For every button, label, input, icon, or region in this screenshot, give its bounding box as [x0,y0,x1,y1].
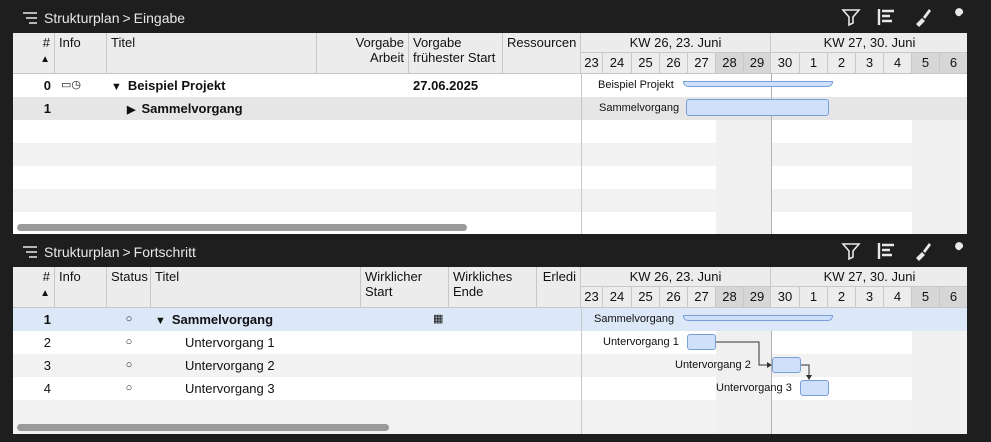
col-info[interactable]: Info [55,33,107,73]
title-cell[interactable]: ▼ Beispiel Projekt [107,74,317,97]
gantt-icon[interactable] [877,241,897,261]
day-label: 24 [603,53,632,73]
col-info-label: Info [59,35,81,50]
wrench-icon[interactable] [949,241,969,261]
panel1-grid: # ▲ Info Titel Vorgabe Arbeit Vorgabe frühe… [13,33,967,234]
day-label: 28 [716,53,744,73]
row-title: Beispiel Projekt [127,78,226,93]
task-bar[interactable] [686,99,829,116]
day-label: 6 [940,53,967,73]
clock-icon: ◷ [71,79,82,91]
bar-label: Beispiel Projekt [598,79,674,91]
col-resources[interactable]: Ressourcen [503,33,581,73]
col-work-label-1: Vorgabe [355,35,404,50]
breadcrumb-root[interactable]: Strukturplan [44,10,119,26]
col-num-label: # [42,35,50,50]
col-work-label-2: Arbeit [370,50,404,65]
day-label: 3 [856,53,884,73]
day-label: 26 [660,53,688,73]
wrench-icon[interactable] [949,7,969,27]
week-divider [771,73,772,234]
col-start[interactable]: Vorgabe frühester Start [409,33,503,73]
row-title: Sammelvorgang [141,101,243,116]
info-cell: ▭◷ [57,74,107,97]
timeline-header: KW 26, 23. Juni KW 27, 30. Juni K 23 24 … [581,33,967,73]
day-label: 2 [828,53,856,73]
weekend-shade [716,120,771,234]
panel1-titlebar: Strukturplan > Eingabe [0,2,991,32]
panel2-titlebar: Strukturplan > Fortschritt [0,236,991,266]
col-title[interactable]: Titel [107,33,317,73]
panel1-header: # ▲ Info Titel Vorgabe Arbeit Vorgabe frühe… [13,33,967,74]
outline-icon [23,12,37,24]
sort-ascending-icon: ▲ [40,54,50,65]
day-label: 27 [688,53,716,73]
breadcrumb-separator: > [122,244,131,260]
day-label: 4 [884,53,912,73]
day-label: 23 [581,53,603,73]
col-num[interactable]: # ▲ [13,33,55,73]
bar-label: Sammelvorgang [599,102,680,114]
filter-icon[interactable] [841,7,861,27]
start-cell[interactable]: 27.06.2025 [409,74,503,97]
empty-row [13,120,967,143]
panel2-grid: # ▲ Info Status Titel Wirklicher Start Wir… [13,267,967,434]
breadcrumb[interactable]: Strukturplan > Eingabe [22,10,185,26]
title-cell[interactable]: ▶ Sammelvorgang [123,97,317,120]
gantt-icon[interactable] [877,7,897,27]
col-resources-label: Ressourcen [507,35,577,50]
row-number: 0 [43,78,51,93]
week-label: KW 26, 23. Juni [581,33,771,53]
disclosure-expanded-icon[interactable]: ▼ [111,76,122,99]
col-start-label-1: Vorgabe [413,35,462,50]
breadcrumb-separator: > [122,10,131,26]
breadcrumb-root[interactable]: Strukturplan [44,244,119,260]
breadcrumb-view[interactable]: Eingabe [134,10,185,26]
disclosure-collapsed-icon[interactable]: ▶ [127,99,135,122]
col-work[interactable]: Vorgabe Arbeit [317,33,409,73]
weekend-shade [912,120,967,234]
outline-icon [23,246,37,258]
empty-row [13,189,967,212]
horizontal-scrollbar[interactable] [17,424,389,431]
day-label: 29 [744,53,771,73]
col-start-label-2: frühester Start [413,50,496,65]
day-label: 25 [632,53,660,73]
col-title-label: Titel [111,35,136,50]
styles-icon[interactable] [913,7,933,27]
empty-row [13,143,967,166]
breadcrumb[interactable]: Strukturplan > Fortschritt [22,244,196,260]
breadcrumb-view[interactable]: Fortschritt [134,244,196,260]
week-label: KW 27, 30. Juni [771,33,967,53]
empty-row [13,166,967,189]
day-label: 5 [912,53,940,73]
day-label: 1 [800,53,828,73]
day-label: 30 [771,53,800,73]
styles-icon[interactable] [913,241,933,261]
folder-icon: ▭ [61,79,72,91]
horizontal-scrollbar[interactable] [17,224,467,231]
filter-icon[interactable] [841,241,861,261]
summary-bar[interactable] [683,81,833,87]
divider [581,73,582,234]
dependency-arrows [716,341,812,380]
row-number: 1 [43,101,51,116]
